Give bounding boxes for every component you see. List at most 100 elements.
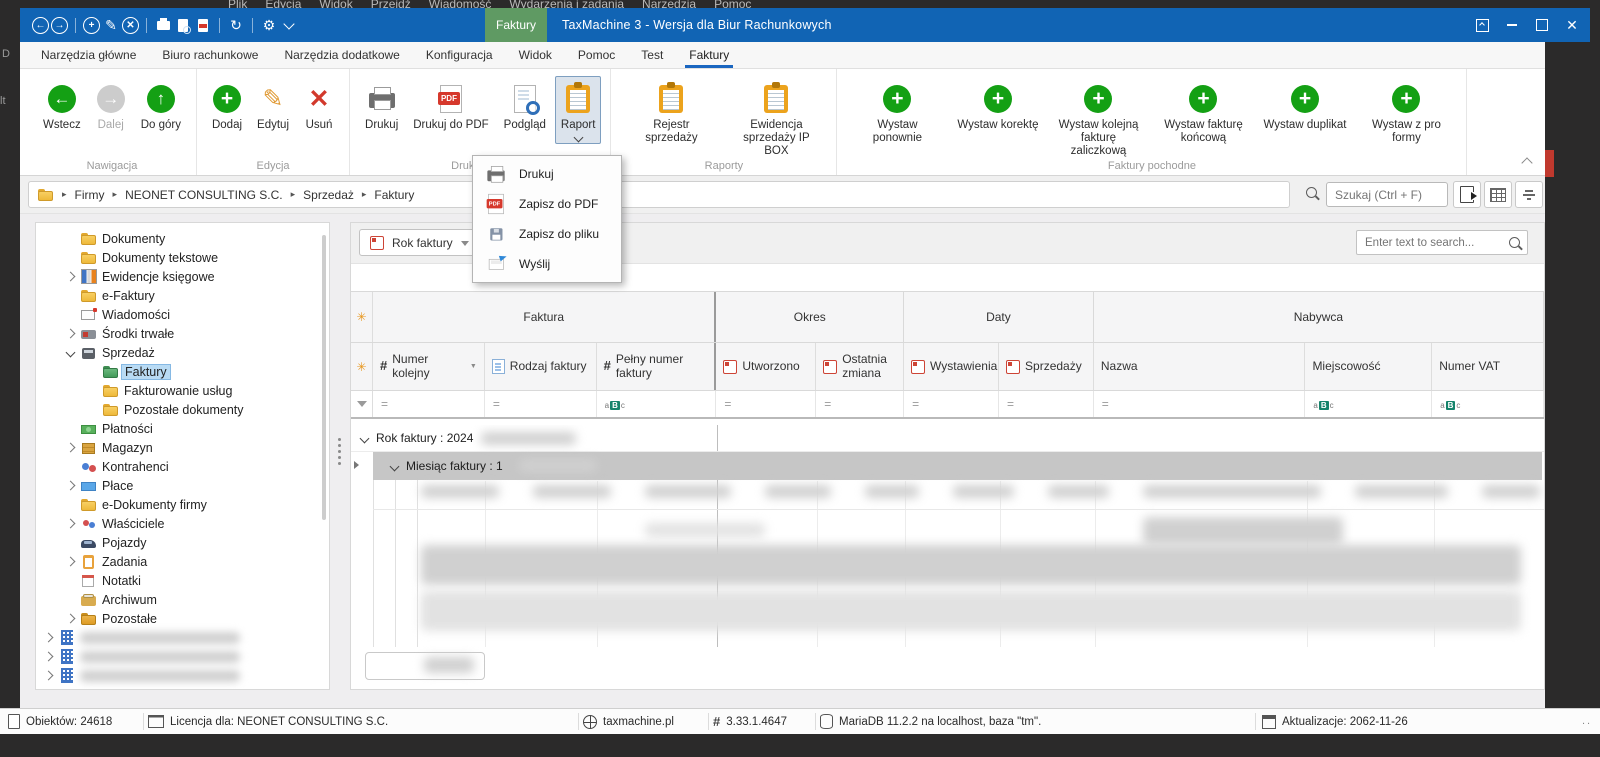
ribbon-button-wystaw-kolejną-fakturę-zaliczkową[interactable]: +Wystaw kolejną fakturę zaliczkową	[1047, 76, 1149, 162]
filter-cell-2[interactable]: aBc	[597, 391, 717, 417]
minimize-button[interactable]	[1502, 15, 1522, 35]
search-input[interactable]	[1326, 182, 1448, 207]
splitter[interactable]	[330, 222, 350, 690]
band-header-nabywca[interactable]: Nabywca	[1094, 292, 1544, 342]
back-icon[interactable]: ←	[32, 17, 49, 34]
column-header-utworzono[interactable]: Utworzono	[716, 343, 816, 390]
print-icon[interactable]	[154, 16, 172, 34]
tree-item-zadania[interactable]: Zadania	[36, 552, 329, 571]
tree-expander[interactable]	[64, 273, 76, 280]
tree-item-kontrahenci[interactable]: Kontrahenci	[36, 457, 329, 476]
ribbon-button-wystaw-z-pro-formy[interactable]: +Wystaw z pro formy	[1355, 76, 1457, 148]
tree-item-pojazdy[interactable]: Pojazdy	[36, 533, 329, 552]
tab-faktury[interactable]: Faktury	[676, 42, 742, 68]
forward-icon[interactable]: →	[51, 17, 68, 34]
band-header-okres[interactable]: Okres	[716, 292, 904, 342]
tree-item-pozostałe[interactable]: Pozostałe	[36, 609, 329, 628]
ribbon-button-dalej[interactable]: →Dalej	[90, 76, 132, 135]
tree-item-wiadomości[interactable]: Wiadomości	[36, 305, 329, 324]
record-navigator[interactable]	[365, 652, 485, 680]
breadcrumb-item[interactable]: Firmy	[75, 188, 105, 202]
menu-item-zapisz-do-pliku[interactable]: Zapisz do pliku	[473, 219, 621, 249]
breadcrumb-item[interactable]: NEONET CONSULTING S.C.	[125, 188, 283, 202]
ribbon-button-wystaw-fakturę-końcową[interactable]: +Wystaw fakturę końcową	[1152, 76, 1254, 148]
breadcrumb-item[interactable]: Faktury	[374, 188, 414, 202]
column-header-numer-vat[interactable]: Numer VAT	[1432, 343, 1544, 390]
filter-cell-3[interactable]: =	[716, 391, 816, 417]
column-header-nazwa[interactable]: Nazwa	[1094, 343, 1306, 390]
ribbon-button-podgląd[interactable]: Podgląd	[498, 76, 552, 135]
tab-narz-dzia-dodatkowe[interactable]: Narzędzia dodatkowe	[271, 42, 412, 68]
tree-item-dokumenty[interactable]: Dokumenty	[36, 229, 329, 248]
grid-search-input[interactable]	[1356, 230, 1528, 255]
tab-widok[interactable]: Widok	[506, 42, 565, 68]
tree-item-notatki[interactable]: Notatki	[36, 571, 329, 590]
ribbon-button-usuń[interactable]: ✕Usuń	[298, 76, 340, 135]
filter-cell-0[interactable]: =	[373, 391, 485, 417]
tree-expander[interactable]	[42, 653, 54, 660]
tree-scrollbar[interactable]	[322, 235, 326, 520]
tree-expander[interactable]	[64, 558, 76, 565]
tree-item-dokumenty-tekstowe[interactable]: Dokumenty tekstowe	[36, 248, 329, 267]
tree-item-company-redacted[interactable]	[36, 628, 329, 647]
chevron-down-icon[interactable]	[280, 16, 298, 34]
tree-expander[interactable]	[64, 615, 76, 622]
column-header-sprzedaży[interactable]: Sprzedaży	[999, 343, 1094, 390]
export-button[interactable]	[1453, 181, 1481, 208]
tab-test[interactable]: Test	[628, 42, 676, 68]
ribbon-button-drukuj-do-pdf[interactable]: Drukuj do PDF	[407, 76, 494, 135]
tree-expander[interactable]	[64, 520, 76, 527]
close-button[interactable]: ✕	[1562, 15, 1582, 35]
ribbon-button-wystaw-duplikat[interactable]: +Wystaw duplikat	[1257, 76, 1352, 135]
tree-item-środki-trwałe[interactable]: Środki trwałe	[36, 324, 329, 343]
filter-cell-8[interactable]: aBc	[1305, 391, 1432, 417]
tree-expander[interactable]	[64, 330, 76, 337]
tree-item-właściciele[interactable]: Właściciele	[36, 514, 329, 533]
edit-icon[interactable]: ✎	[102, 16, 120, 34]
tree-item-company-redacted[interactable]	[36, 666, 329, 685]
tree-expander[interactable]	[64, 349, 76, 356]
menu-item-zapisz-do-pdf[interactable]: Zapisz do PDF	[473, 189, 621, 219]
gear-icon[interactable]: ⚙	[260, 16, 278, 34]
cancel-icon[interactable]: ✕	[122, 17, 139, 34]
filter-cell-5[interactable]: =	[904, 391, 999, 417]
expand-panel-icon[interactable]	[354, 461, 359, 469]
ribbon-button-wstecz[interactable]: ←Wstecz	[37, 76, 87, 135]
tree-item-ewidencje-księgowe[interactable]: Ewidencje księgowe	[36, 267, 329, 286]
tree-item-magazyn[interactable]: Magazyn	[36, 438, 329, 457]
print-pdf-icon[interactable]	[194, 16, 212, 34]
tree-item-fakturowanie-usług[interactable]: Fakturowanie usług	[36, 381, 329, 400]
tree-item-faktury[interactable]: Faktury	[36, 362, 329, 381]
band-header-daty[interactable]: Daty	[904, 292, 1094, 342]
grid-view-button[interactable]	[1484, 181, 1512, 208]
print-preview-icon[interactable]	[174, 16, 192, 34]
tab-narz-dzia-g-wne[interactable]: Narzędzia główne	[28, 42, 149, 68]
tree-item-e-faktury[interactable]: e-Faktury	[36, 286, 329, 305]
ribbon-button-raport[interactable]: Raport	[555, 76, 602, 144]
filter-cell-9[interactable]: aBc	[1432, 391, 1544, 417]
menu-item-drukuj[interactable]: Drukuj	[473, 159, 621, 189]
tree-expander[interactable]	[42, 672, 54, 679]
ribbon-button-ewidencja-sprzedaży-ip-box[interactable]: Ewidencja sprzedaży IP BOX	[725, 76, 827, 162]
column-header-pełny-numer-faktury[interactable]: #Pełny numer faktury	[597, 343, 717, 390]
tree-expander[interactable]	[64, 444, 76, 451]
tree-item-company-redacted[interactable]	[36, 647, 329, 666]
tree-expander[interactable]	[64, 482, 76, 489]
group-by-chip[interactable]: Rok faktury	[359, 229, 480, 256]
tab-pomoc[interactable]: Pomoc	[565, 42, 628, 68]
popup-button[interactable]	[1472, 15, 1492, 35]
tree-item-płatności[interactable]: Płatności	[36, 419, 329, 438]
filter-cell-7[interactable]: =	[1094, 391, 1306, 417]
column-header-numer-kolejny[interactable]: #Numer kolejny▼	[373, 343, 485, 390]
ribbon-button-drukuj[interactable]: Drukuj	[359, 76, 404, 135]
tree-item-pozostałe-dokumenty[interactable]: Pozostałe dokumenty	[36, 400, 329, 419]
tab-konfiguracja[interactable]: Konfiguracja	[413, 42, 506, 68]
ribbon-collapse-icon[interactable]	[1521, 157, 1532, 168]
ribbon-button-rejestr-sprzedaży[interactable]: Rejestr sprzedaży	[620, 76, 722, 148]
tab-biuro-rachunkowe[interactable]: Biuro rachunkowe	[149, 42, 271, 68]
ribbon-button-wystaw-ponownie[interactable]: +Wystaw ponownie	[846, 76, 948, 148]
breadcrumb-item[interactable]: Sprzedaż	[303, 188, 354, 202]
tree-item-archiwum[interactable]: Archiwum	[36, 590, 329, 609]
filter-button[interactable]	[1515, 181, 1543, 208]
maximize-button[interactable]	[1532, 15, 1552, 35]
